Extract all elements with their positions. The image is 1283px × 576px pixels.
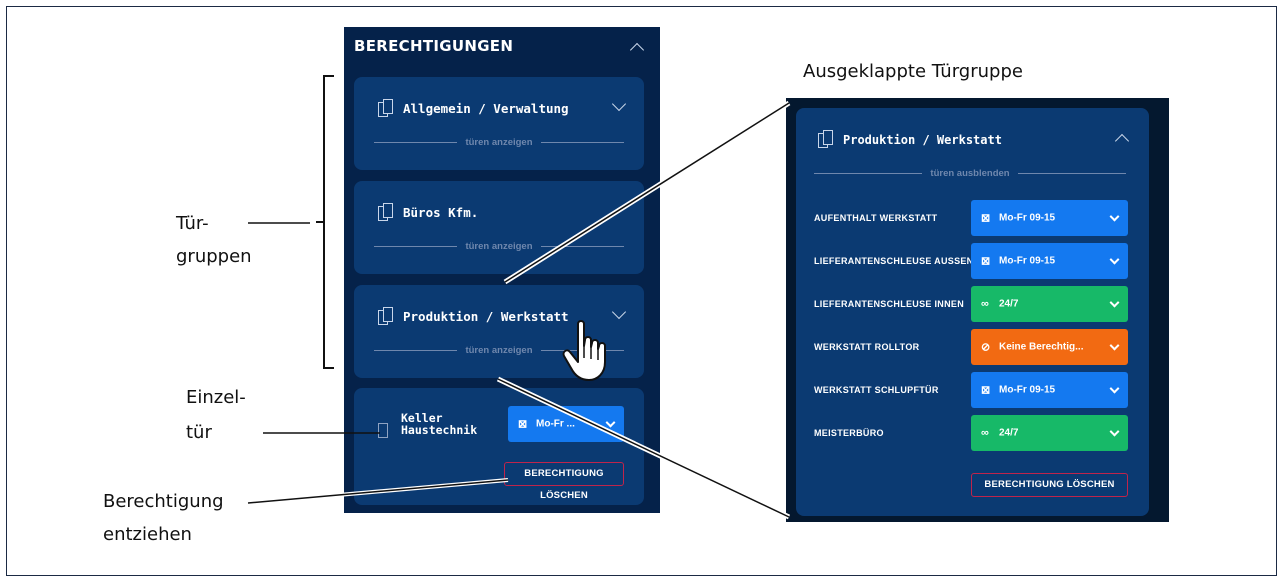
schedule-value: Mo-Fr ... [536, 418, 575, 430]
schedule-dropdown[interactable]: ⊠ Mo-Fr 09-15 [971, 200, 1128, 236]
chevron-down-icon [1109, 426, 1120, 437]
permissions-panel: BERECHTIGUNGEN Allgemein / Verwaltung tü… [344, 27, 660, 513]
schedule-dropdown[interactable]: ⊠ Mo-Fr 09-15 [971, 372, 1128, 408]
door-icon [378, 203, 394, 221]
chevron-down-icon [605, 417, 616, 428]
schedule-icon: ⊘ [981, 341, 991, 354]
callout-tuergruppen-line2: gruppen [176, 246, 252, 267]
door-group-card[interactable]: Büros Kfm. türen anzeigen [354, 181, 644, 274]
schedule-icon: ⊠ [981, 384, 991, 397]
show-doors-label: türen anzeigen [457, 241, 541, 252]
callout-einzeltuer-line1: Einzel- [186, 387, 246, 408]
schedule-icon: ⊠ [518, 418, 528, 431]
hide-doors-toggle[interactable]: türen ausblenden [814, 168, 1126, 179]
show-doors-label: türen anzeigen [457, 137, 541, 148]
callout-tuergruppen-line1: Tür- [176, 213, 209, 234]
schedule-value: Keine Berechtig... [999, 341, 1084, 353]
chevron-down-icon [1109, 383, 1120, 394]
delete-permission-button[interactable]: BERECHTIGUNG LÖSCHEN [504, 462, 624, 501]
callout-entziehen-line1: Berechtigung [103, 491, 224, 512]
door-icon [818, 130, 834, 148]
schedule-icon: ⊠ [981, 255, 991, 268]
callout-entziehen-line2: entziehen [103, 524, 192, 545]
door-label: LIEFERANTENSCHLEUSE AUSSEN [814, 256, 974, 266]
show-doors-toggle[interactable]: türen anzeigen [374, 241, 624, 252]
door-icon [378, 99, 394, 117]
show-doors-toggle[interactable]: türen anzeigen [374, 137, 624, 148]
chevron-down-icon [1109, 211, 1120, 222]
schedule-value: 24/7 [999, 298, 1019, 310]
schedule-value: Mo-Fr 09-15 [999, 384, 1056, 396]
door-group-name: Produktion / Werkstatt [403, 309, 569, 324]
schedule-value: Mo-Fr 09-15 [999, 255, 1056, 267]
chevron-down-icon[interactable] [611, 96, 627, 112]
chevron-up-icon[interactable] [629, 42, 645, 58]
door-label: MEISTERBÜRO [814, 428, 884, 438]
expanded-group-name: Produktion / Werkstatt [843, 133, 1002, 147]
permissions-title: BERECHTIGUNGEN [354, 37, 514, 55]
hide-doors-label: türen ausblenden [922, 168, 1018, 179]
door-group-name: Büros Kfm. [403, 205, 479, 220]
door-icon [378, 307, 394, 325]
schedule-icon: ∞ [981, 298, 989, 310]
door-label: WERKSTATT ROLLTOR [814, 342, 920, 352]
chevron-up-icon[interactable] [1114, 133, 1130, 149]
chevron-down-icon [1109, 254, 1120, 265]
callout-entziehen: Berechtigung entziehen [103, 488, 224, 549]
single-door-name-line2: Haustechnik [401, 423, 478, 437]
chevron-down-icon [1109, 297, 1120, 308]
schedule-icon: ∞ [981, 427, 989, 439]
door-label: WERKSTATT SCHLUPFTÜR [814, 385, 939, 395]
door-label: AUFENTHALT WERKSTATT [814, 213, 938, 223]
callout-einzeltuer: Einzel- tür [186, 384, 246, 447]
door-group-name: Allgemein / Verwaltung [403, 101, 569, 116]
chevron-down-icon[interactable] [611, 304, 627, 320]
callout-einzeltuer-line2: tür [186, 422, 212, 443]
schedule-value: 24/7 [999, 427, 1019, 439]
door-icon [378, 420, 394, 438]
show-doors-label: türen anzeigen [457, 345, 541, 356]
door-group-card[interactable]: Allgemein / Verwaltung türen anzeigen [354, 77, 644, 170]
expanded-group-card: Produktion / Werkstatt türen ausblenden … [796, 108, 1149, 516]
callout-tuergruppen: Tür- gruppen [176, 210, 252, 271]
hand-pointer-icon [562, 320, 606, 381]
schedule-dropdown[interactable]: ⊠ Mo-Fr 09-15 [971, 243, 1128, 279]
door-label: LIEFERANTENSCHLEUSE INNEN [814, 299, 965, 309]
single-door-card: Keller Haustechnik ⊠ Mo-Fr ... BERECHTIG… [354, 388, 644, 505]
schedule-dropdown[interactable]: ∞ 24/7 [971, 415, 1128, 451]
chevron-down-icon [1109, 340, 1120, 351]
delete-permission-button[interactable]: BERECHTIGUNG LÖSCHEN [971, 473, 1128, 497]
schedule-value: Mo-Fr 09-15 [999, 212, 1056, 224]
permissions-header[interactable]: BERECHTIGUNGEN [354, 37, 646, 67]
schedule-icon: ⊠ [981, 212, 991, 225]
schedule-dropdown[interactable]: ⊠ Mo-Fr ... [508, 406, 624, 442]
schedule-dropdown[interactable]: ⊘ Keine Berechtig... [971, 329, 1128, 365]
callout-ausgeklappt: Ausgeklappte Türgruppe [803, 61, 1023, 82]
expanded-group-panel: Produktion / Werkstatt türen ausblenden … [786, 98, 1169, 522]
single-door-name: Keller Haustechnik [401, 412, 477, 436]
schedule-dropdown[interactable]: ∞ 24/7 [971, 286, 1128, 322]
